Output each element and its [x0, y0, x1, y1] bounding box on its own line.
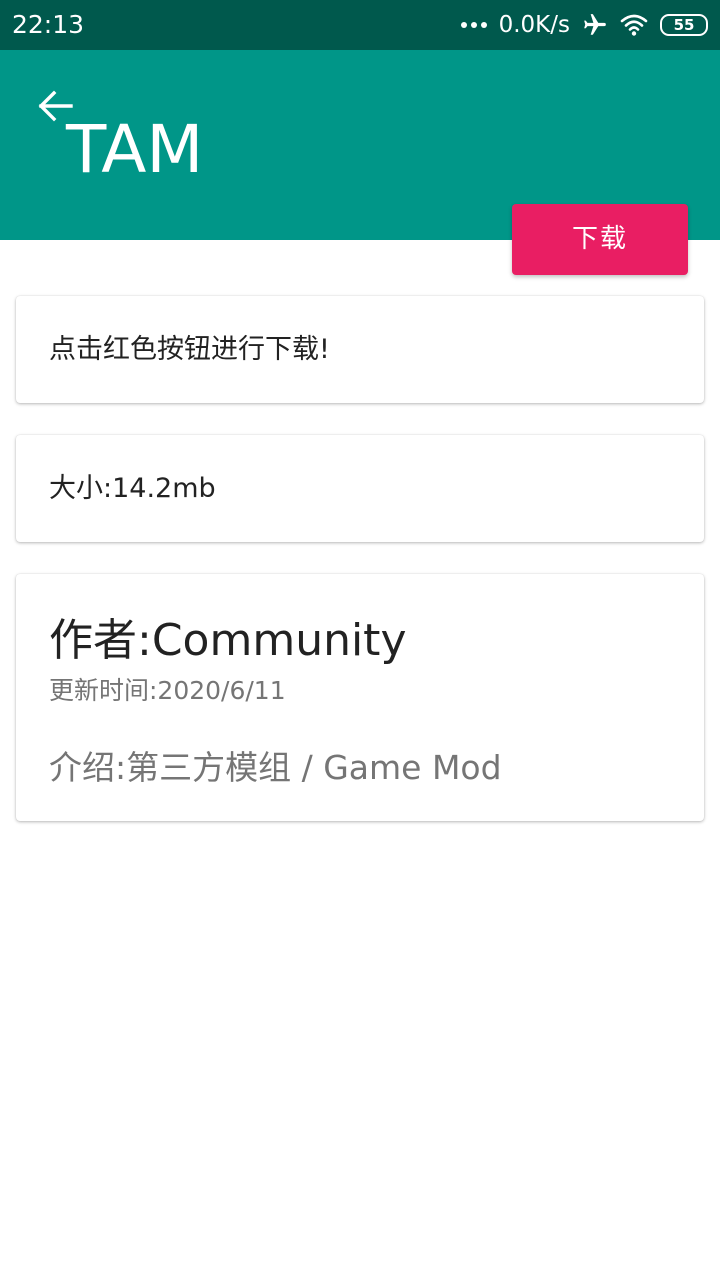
- status-icons: 0.0K/s 55: [460, 10, 708, 40]
- update-time-text: 更新时间:2020/6/11: [49, 676, 286, 705]
- intro-text: 介绍:第三方模组 / Game Mod: [49, 748, 502, 787]
- info-card: 作者:Community 更新时间:2020/6/11 介绍:第三方模组 / G…: [16, 574, 704, 821]
- airplane-icon: [584, 14, 606, 35]
- wifi-icon: [620, 14, 648, 36]
- size-text: 大小:14.2mb: [49, 473, 216, 504]
- size-card: 大小:14.2mb: [16, 435, 704, 542]
- download-button[interactable]: 下载: [512, 204, 688, 275]
- more-dots-icon: [460, 22, 487, 28]
- battery-icon: 55: [660, 14, 708, 36]
- hint-card: 点击红色按钮进行下载!: [16, 296, 704, 403]
- page-title: TAM: [66, 111, 204, 188]
- status-time: 22:13: [12, 10, 85, 39]
- author-text: 作者:Community: [49, 615, 407, 666]
- network-speed: 0.0K/s: [498, 12, 570, 38]
- hint-text: 点击红色按钮进行下载!: [49, 334, 330, 365]
- status-bar: 22:13 0.0K/s 55: [0, 0, 720, 50]
